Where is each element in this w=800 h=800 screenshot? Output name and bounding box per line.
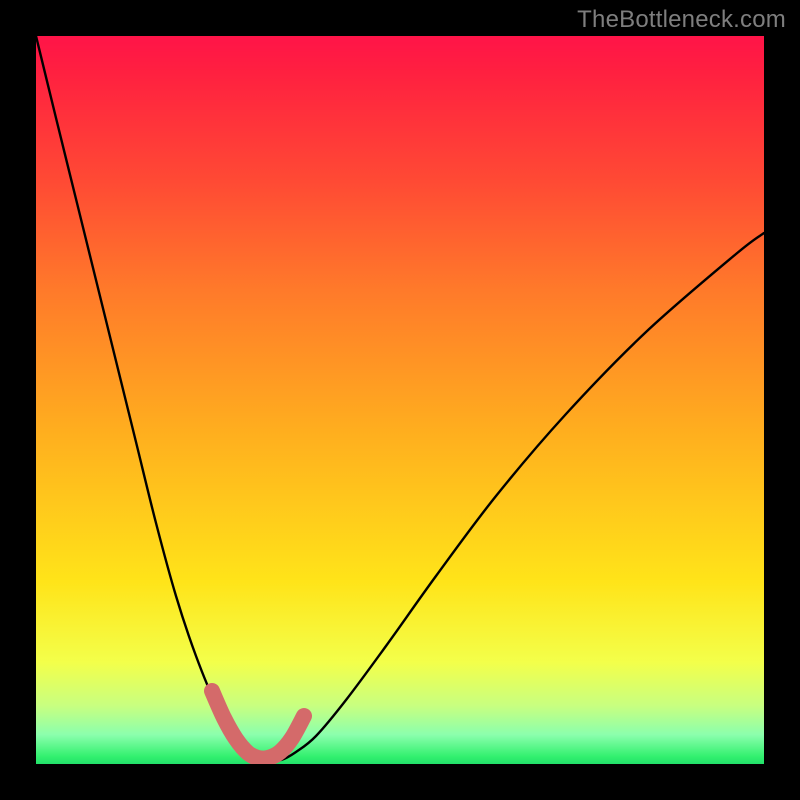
bottleneck-curve: [36, 36, 764, 761]
watermark-text: TheBottleneck.com: [577, 6, 786, 34]
bottleneck-curve-svg: [36, 36, 764, 764]
chart-frame: TheBottleneck.com: [0, 0, 800, 800]
bottleneck-curve-highlight: [212, 691, 304, 759]
plot-area: [36, 36, 764, 764]
